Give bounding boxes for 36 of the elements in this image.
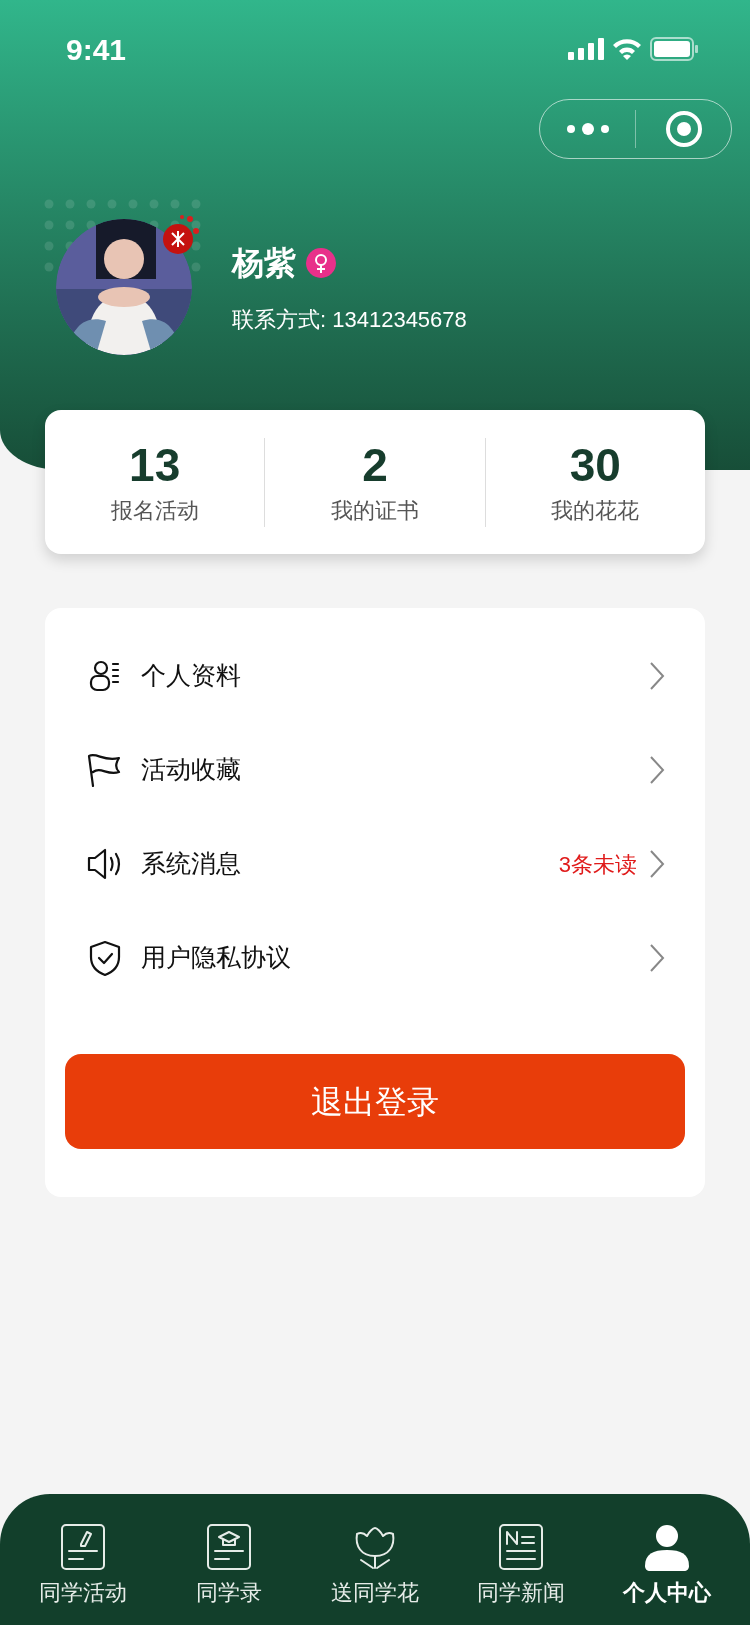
user-name: 杨紫 — [232, 243, 296, 283]
person-icon — [643, 1522, 691, 1572]
chevron-right-icon — [649, 755, 665, 785]
status-time: 9:41 — [66, 31, 127, 68]
chevron-right-icon — [649, 661, 665, 691]
battery-icon — [650, 37, 698, 61]
stat-value: 2 — [362, 437, 388, 492]
stat-value: 13 — [129, 437, 181, 492]
contact-text: 联系方式: 13412345678 — [232, 305, 467, 334]
pencil-note-icon — [59, 1522, 107, 1572]
chevron-right-icon — [649, 849, 665, 879]
menu-item[interactable]: 系统消息 3条未读 — [65, 836, 685, 892]
gender-icon — [306, 247, 336, 278]
stat-label: 我的花花 — [551, 496, 640, 525]
logout-button[interactable]: 退出登录 — [65, 1054, 685, 1149]
stat-label: 我的证书 — [331, 496, 419, 525]
graduation-cap-icon — [205, 1522, 253, 1572]
stat-value: 30 — [569, 437, 621, 492]
menu-item[interactable]: 用户隐私协议 — [65, 930, 685, 986]
tab-item[interactable]: 同学活动 — [10, 1522, 156, 1609]
chevron-right-icon — [649, 943, 665, 973]
tab-item[interactable]: 同学新闻 — [448, 1522, 594, 1609]
menu-label: 个人资料 — [141, 660, 241, 692]
wifi-icon — [612, 38, 642, 60]
unread-count: 3条未读 — [558, 850, 637, 879]
menu-label: 活动收藏 — [141, 754, 241, 786]
stat-label: 报名活动 — [110, 496, 199, 525]
tab-item[interactable]: 同学录 — [156, 1522, 302, 1609]
menu-label: 系统消息 — [141, 848, 241, 880]
newspaper-icon — [497, 1522, 545, 1572]
menu-item[interactable]: 活动收藏 — [65, 742, 685, 798]
tab-item[interactable]: 送同学花 — [302, 1522, 448, 1609]
signal-icon — [568, 38, 604, 60]
menu-label: 用户隐私协议 — [141, 942, 291, 974]
menu-item[interactable]: 个人资料 — [65, 648, 685, 704]
tab-item[interactable]: 个人中心 — [594, 1522, 740, 1609]
